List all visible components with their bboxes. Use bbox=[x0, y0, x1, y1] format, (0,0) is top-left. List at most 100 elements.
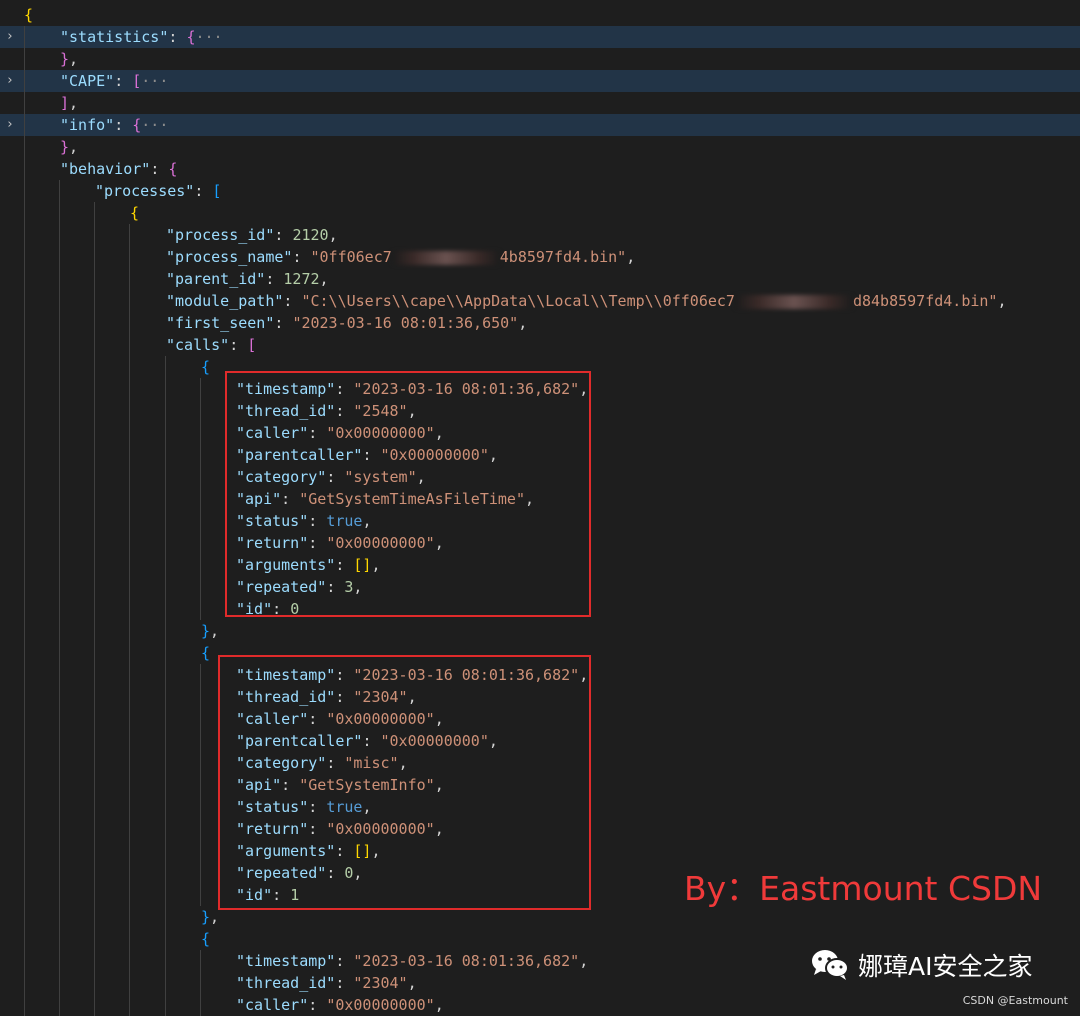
redacted-blur bbox=[391, 250, 500, 265]
indent-guide bbox=[200, 686, 201, 708]
code-token: { bbox=[132, 116, 142, 134]
indent-guide bbox=[129, 422, 130, 444]
indent-guide bbox=[94, 774, 95, 796]
code-text: { bbox=[130, 202, 139, 224]
code-line[interactable]: "module_path": "C:\\Users\\cape\\AppData… bbox=[0, 290, 1080, 312]
code-line[interactable]: { bbox=[0, 4, 1080, 26]
code-text: "timestamp": "2023-03-16 08:01:36,682", bbox=[236, 950, 588, 972]
indent-guide bbox=[129, 906, 130, 928]
indent-guide bbox=[24, 884, 25, 906]
indent-guide bbox=[59, 884, 60, 906]
indent-guide bbox=[24, 488, 25, 510]
code-token: "C:\\Users\\cape\\AppData\\Local\\Temp\\… bbox=[301, 292, 735, 310]
indent-guide bbox=[200, 664, 201, 686]
code-token: ··· bbox=[141, 116, 169, 134]
indent-guide bbox=[94, 334, 95, 356]
code-line[interactable]: "first_seen": "2023-03-16 08:01:36,650", bbox=[0, 312, 1080, 334]
indent-guide bbox=[129, 774, 130, 796]
indent-guide bbox=[200, 774, 201, 796]
indent-guide bbox=[165, 444, 166, 466]
indent-guide bbox=[200, 840, 201, 862]
indent-guide bbox=[165, 510, 166, 532]
indent-guide bbox=[24, 48, 25, 70]
code-token: } bbox=[201, 908, 211, 926]
code-token: "thread_id" bbox=[236, 974, 336, 992]
code-line[interactable]: "calls": [ bbox=[0, 334, 1080, 356]
code-line[interactable]: › "info": {··· bbox=[0, 114, 1080, 136]
indent-guide bbox=[129, 598, 130, 620]
code-token: "first_seen" bbox=[166, 314, 275, 332]
indent-guide bbox=[24, 312, 25, 334]
fold-chevron-icon[interactable]: › bbox=[4, 114, 16, 136]
code-token: : bbox=[114, 72, 133, 90]
indent-guide bbox=[165, 664, 166, 686]
code-line[interactable]: "processes": [ bbox=[0, 180, 1080, 202]
code-line[interactable]: ], bbox=[0, 92, 1080, 114]
code-token: : bbox=[274, 314, 293, 332]
indent-guide bbox=[94, 532, 95, 554]
code-line[interactable]: › "statistics": {··· bbox=[0, 26, 1080, 48]
code-text: "process_name": "0ff06ec7 4b8597fd4.bin", bbox=[166, 246, 635, 268]
indent-guide bbox=[59, 642, 60, 664]
code-token: , bbox=[626, 248, 636, 266]
code-line[interactable]: "process_id": 2120, bbox=[0, 224, 1080, 246]
fold-chevron-icon[interactable]: › bbox=[4, 26, 16, 48]
indent-guide bbox=[129, 928, 130, 950]
indent-guide bbox=[94, 554, 95, 576]
indent-guide bbox=[165, 708, 166, 730]
indent-guide bbox=[94, 224, 95, 246]
code-token: : bbox=[292, 248, 311, 266]
indent-guide bbox=[129, 994, 130, 1016]
code-text: "info": {··· bbox=[60, 114, 168, 136]
csdn-credit: CSDN @Eastmount bbox=[962, 994, 1068, 1007]
code-text: "statistics": {··· bbox=[60, 26, 223, 48]
code-line[interactable]: }, bbox=[0, 620, 1080, 642]
indent-guide bbox=[129, 730, 130, 752]
indent-guide bbox=[24, 422, 25, 444]
indent-guide bbox=[24, 356, 25, 378]
code-token: : bbox=[114, 116, 133, 134]
indent-guide bbox=[59, 818, 60, 840]
code-token: "calls" bbox=[166, 336, 230, 354]
indent-guide bbox=[59, 466, 60, 488]
indent-guide bbox=[200, 488, 201, 510]
indent-guide bbox=[129, 290, 130, 312]
indent-guide bbox=[94, 312, 95, 334]
code-token: : bbox=[274, 226, 293, 244]
indent-guide bbox=[165, 752, 166, 774]
wechat-icon bbox=[810, 948, 850, 982]
code-token: { bbox=[130, 204, 140, 222]
code-text: { bbox=[201, 928, 210, 950]
code-line[interactable]: "parent_id": 1272, bbox=[0, 268, 1080, 290]
code-line[interactable]: › "CAPE": [··· bbox=[0, 70, 1080, 92]
code-token: , bbox=[69, 138, 79, 156]
indent-guide bbox=[24, 510, 25, 532]
code-line[interactable]: "behavior": { bbox=[0, 158, 1080, 180]
indent-guide bbox=[165, 576, 166, 598]
code-line[interactable]: { bbox=[0, 202, 1080, 224]
code-line[interactable]: }, bbox=[0, 136, 1080, 158]
indent-guide bbox=[94, 906, 95, 928]
code-token: 4b8597fd4.bin" bbox=[499, 248, 627, 266]
indent-guide bbox=[200, 972, 201, 994]
code-token: , bbox=[579, 952, 589, 970]
indent-guide bbox=[129, 246, 130, 268]
indent-guide bbox=[24, 70, 25, 92]
indent-guide bbox=[94, 862, 95, 884]
indent-guide bbox=[165, 400, 166, 422]
wechat-account-name: 娜璋AI安全之家 bbox=[858, 952, 1033, 981]
code-token: { bbox=[201, 644, 211, 662]
code-token: : bbox=[335, 974, 354, 992]
indent-guide bbox=[94, 730, 95, 752]
fold-chevron-icon[interactable]: › bbox=[4, 70, 16, 92]
code-token: } bbox=[60, 50, 70, 68]
code-line[interactable]: "caller": "0x00000000", bbox=[0, 994, 1080, 1016]
indent-guide bbox=[165, 906, 166, 928]
code-token: ] bbox=[60, 94, 70, 112]
code-token: d84b8597fd4.bin" bbox=[852, 292, 998, 310]
code-line[interactable]: }, bbox=[0, 48, 1080, 70]
indent-guide bbox=[59, 752, 60, 774]
indent-guide bbox=[24, 92, 25, 114]
code-line[interactable]: "process_name": "0ff06ec7 4b8597fd4.bin", bbox=[0, 246, 1080, 268]
code-token: { bbox=[168, 160, 178, 178]
